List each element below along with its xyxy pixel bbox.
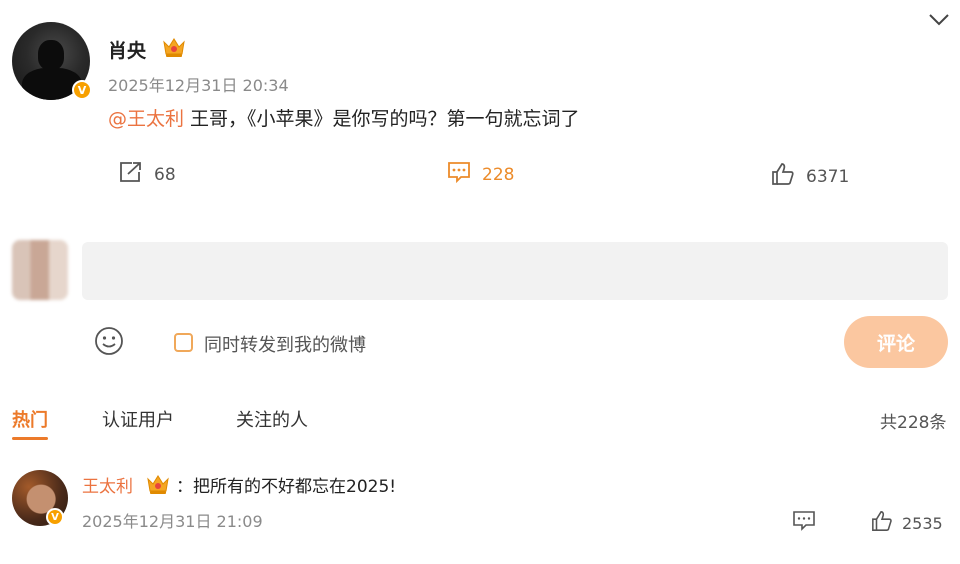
thumbs-up-icon bbox=[770, 162, 796, 191]
comment-count: 228 bbox=[482, 164, 515, 185]
reply-like-button[interactable]: 2535 bbox=[870, 510, 943, 536]
share-button[interactable]: 68 bbox=[118, 160, 176, 189]
verified-badge: V bbox=[46, 508, 64, 526]
reply-content: ：把所有的不好都忘在2025! bbox=[176, 477, 397, 497]
comment-icon[interactable] bbox=[792, 510, 816, 536]
emoji-icon[interactable] bbox=[94, 326, 124, 360]
total-comments: 共228条 bbox=[880, 413, 947, 433]
share-count: 68 bbox=[154, 164, 176, 185]
post-content: @王太利 王哥，《小苹果》是你写的吗？第一句就忘词了 bbox=[108, 104, 580, 131]
post-text-body: 王哥，《小苹果》是你写的吗？第一句就忘词了 bbox=[184, 108, 580, 130]
share-icon bbox=[118, 160, 144, 189]
mention-link[interactable]: @王太利 bbox=[108, 108, 184, 130]
repost-label[interactable]: 同时转发到我的微博 bbox=[204, 331, 366, 357]
reply-timestamp: 2025年12月31日 21:09 bbox=[82, 512, 263, 531]
tab-verified-users[interactable]: 认证用户 bbox=[102, 406, 174, 432]
post-author-name[interactable]: 肖央 bbox=[108, 36, 146, 63]
thumbs-up-icon bbox=[870, 510, 894, 536]
submit-comment-button[interactable]: 评论 bbox=[844, 316, 948, 368]
verified-badge: V bbox=[72, 80, 92, 100]
tab-following[interactable]: 关注的人 bbox=[236, 406, 308, 432]
reply-author-name[interactable]: 王太利 bbox=[82, 472, 133, 497]
reply-like-count: 2535 bbox=[902, 513, 943, 533]
like-count: 6371 bbox=[806, 166, 850, 187]
tab-hot[interactable]: 热门 bbox=[12, 406, 48, 440]
comment-input[interactable] bbox=[82, 242, 948, 300]
crown-icon bbox=[146, 473, 170, 499]
like-button[interactable]: 6371 bbox=[770, 162, 849, 191]
post-timestamp: 2025年12月31日 20:34 bbox=[108, 76, 289, 95]
comment-icon bbox=[446, 160, 472, 189]
crown-icon bbox=[162, 36, 186, 62]
repost-checkbox[interactable] bbox=[174, 333, 193, 352]
comment-button[interactable]: 228 bbox=[446, 160, 514, 189]
chevron-down-icon[interactable] bbox=[928, 12, 950, 31]
current-user-avatar bbox=[12, 240, 68, 300]
